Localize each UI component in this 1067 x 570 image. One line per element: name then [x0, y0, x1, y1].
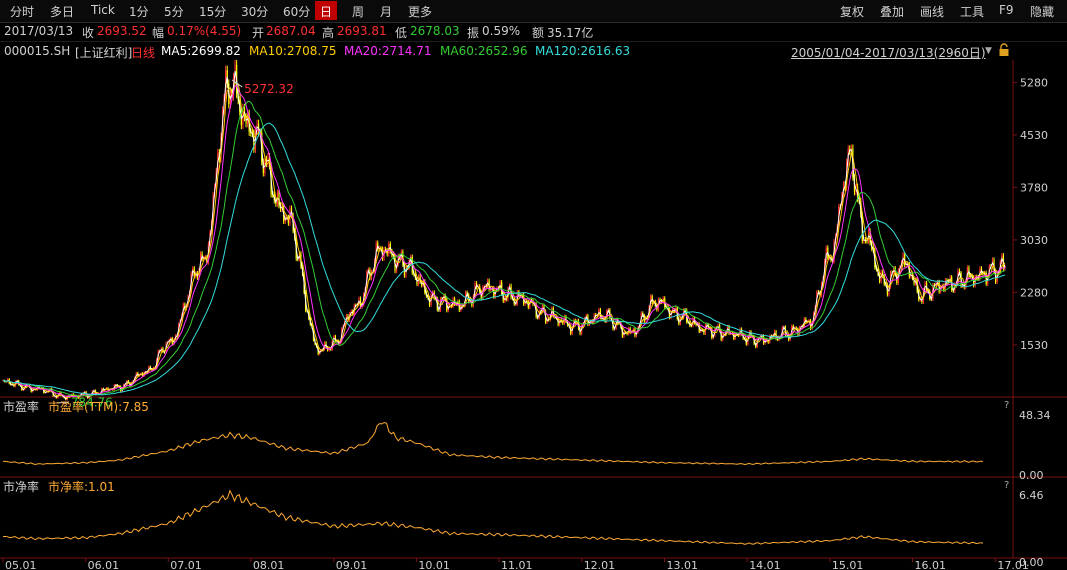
lock-icon[interactable]: [998, 43, 1010, 60]
period-toolbar: 分时 多日 Tick 1分 5分 15分 30分 60分 日 周 月 更多 复权…: [0, 0, 1067, 23]
stock-chart[interactable]: 528045303780303022801530 5272.32784.76 市…: [0, 60, 1067, 570]
open-value: 2687.04: [266, 24, 316, 38]
tools-button[interactable]: 工具: [960, 3, 984, 20]
time-axis: 05.01 06.01 07.01 08.01 09.01 10.01 11.01 12.01…: [2, 558, 1029, 570]
x-tick-label: 08.01: [253, 559, 285, 570]
security-code: 000015.SH: [4, 44, 71, 58]
ma10-line: [2, 82, 1006, 398]
price-candles: [2, 60, 1006, 401]
y-tick-label: 4530: [1020, 129, 1048, 142]
x-tick-label: 16.01: [914, 559, 946, 570]
x-tick-label: 14.01: [749, 559, 781, 570]
pe-indicator-label: 市盈率(TTM):7.85: [48, 399, 149, 414]
period-tab-5min[interactable]: 5分: [164, 3, 184, 20]
ma20-label: MA20:2714.71: [344, 44, 432, 58]
x-tick-label: 11.01: [501, 559, 533, 570]
pe-help-icon[interactable]: ?: [1004, 400, 1009, 411]
x-tick-label: 10.01: [418, 559, 450, 570]
x-tick-label: 15.01: [832, 559, 864, 570]
ma20-line: [2, 84, 1006, 397]
low-value: 2678.03: [410, 24, 460, 38]
quote-info-bar: 2017/03/13 收 2693.52 幅 0.17%(4.55) 开 268…: [0, 22, 1067, 42]
amplitude-value: 0.59%: [482, 24, 521, 38]
low-label: 低: [395, 26, 408, 40]
period-tab-1min[interactable]: 1分: [129, 3, 149, 20]
overlay-button[interactable]: 叠加: [880, 3, 904, 20]
x-tick-label: 06.01: [88, 559, 120, 570]
date-range-selector[interactable]: 2005/01/04-2017/03/13(2960日): [791, 44, 986, 61]
open-label: 开: [252, 26, 265, 40]
y-tick-label: 5280: [1020, 76, 1048, 89]
amplitude-label: 振: [467, 26, 480, 40]
amount-label: 额: [532, 26, 545, 40]
change-label: 幅: [152, 26, 165, 40]
ma120-label: MA120:2616.63: [535, 44, 631, 58]
period-label: 日线: [131, 46, 156, 60]
x-tick-label: 09.01: [336, 559, 368, 570]
ma120-line: [2, 122, 1006, 396]
ma60-line: [2, 100, 1006, 397]
high-annotation: 5272.32: [244, 82, 294, 96]
ma5-line: [2, 70, 1006, 400]
high-label: 高: [322, 26, 335, 40]
pe-panel-name: 市盈率: [3, 399, 39, 414]
ma-legend: 000015.SH [上证红利] 日线 MA5:2699.82 MA10:270…: [0, 42, 1067, 60]
pb-panel-name: 市净率: [3, 479, 39, 494]
y-tick-label: 3780: [1020, 181, 1048, 194]
ma10-label: MA10:2708.75: [249, 44, 337, 58]
y-tick-label: 2280: [1020, 286, 1048, 299]
draw-line-button[interactable]: 画线: [920, 3, 944, 20]
pb-axis-top: 6.46: [1019, 489, 1044, 502]
restore-rights-button[interactable]: 复权: [840, 3, 864, 20]
chart-frame: [0, 60, 1067, 559]
period-tab-fenshi[interactable]: 分时: [10, 3, 34, 20]
ma60-label: MA60:2652.96: [440, 44, 528, 58]
close-label: 收: [82, 26, 95, 40]
x-tick-label: 12.01: [584, 559, 616, 570]
quote-date: 2017/03/13: [4, 24, 74, 38]
amount-value: 35.17亿: [547, 26, 594, 40]
hide-button[interactable]: 隐藏: [1030, 3, 1054, 20]
period-tab-tick[interactable]: Tick: [91, 3, 115, 17]
x-tick-label: 05.01: [5, 559, 37, 570]
period-tab-15min[interactable]: 15分: [199, 3, 226, 20]
period-tab-day[interactable]: 日: [320, 3, 332, 20]
period-tab-multiday[interactable]: 多日: [50, 3, 74, 20]
pe-panel: 市盈率 市盈率(TTM):7.85 ? 48.34 0.00: [3, 399, 1051, 482]
period-tab-week[interactable]: 周: [352, 3, 364, 20]
pe-axis-bottom: 0.00: [1019, 469, 1044, 482]
pb-line: [2, 489, 984, 545]
period-tab-60min[interactable]: 60分: [283, 3, 310, 20]
period-tab-30min[interactable]: 30分: [241, 3, 268, 20]
moving-average-lines: [2, 70, 1006, 400]
pe-line: [3, 421, 984, 466]
pe-axis-top: 48.34: [1019, 409, 1051, 422]
security-name: [上证红利]: [75, 46, 133, 60]
period-tab-more[interactable]: 更多: [408, 3, 432, 20]
f9-button[interactable]: F9: [999, 3, 1014, 17]
x-tick-label: 13.01: [667, 559, 699, 570]
pb-panel: 市净率 市净率:1.01 ? 6.46 0.00: [2, 479, 1044, 569]
ma5-label: MA5:2699.82: [161, 44, 241, 58]
pb-indicator-label: 市净率:1.01: [48, 479, 115, 494]
y-tick-label: 1530: [1020, 339, 1048, 352]
dropdown-arrow-icon[interactable]: ▼: [985, 46, 992, 56]
period-tab-month[interactable]: 月: [380, 3, 392, 20]
x-tick-label: 07.01: [170, 559, 202, 570]
change-value: 0.17%(4.55): [167, 24, 242, 38]
y-tick-label: 3030: [1020, 234, 1048, 247]
price-axis: 5280 4530 3780 3030 2280 1530: [1013, 76, 1048, 352]
x-tick-label: 17.01: [997, 559, 1029, 570]
close-value: 2693.52: [97, 24, 147, 38]
pb-help-icon[interactable]: ?: [1004, 480, 1009, 491]
high-value: 2693.81: [337, 24, 387, 38]
